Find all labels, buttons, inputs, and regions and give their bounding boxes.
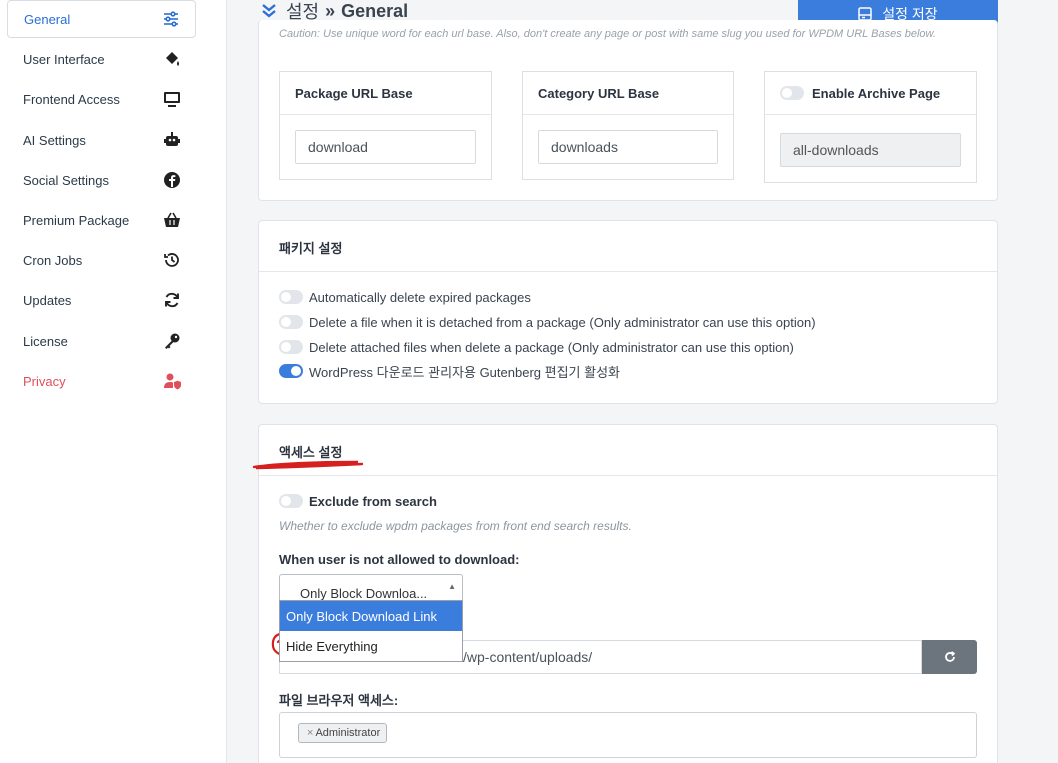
chevron-down-icon: [262, 4, 276, 18]
breadcrumb-separator: »: [325, 0, 336, 21]
sidebar-item-frontend-access[interactable]: Frontend Access: [7, 80, 196, 118]
sidebar-item-license[interactable]: License: [7, 322, 196, 360]
paint-bucket-icon: [162, 49, 182, 69]
key-icon: [162, 331, 182, 351]
exclude-search-label: Exclude from search: [309, 493, 437, 509]
archive-page-toggle[interactable]: [780, 86, 804, 100]
sidebar-item-label: User Interface: [23, 51, 105, 67]
access-settings-title: 액세스 설정: [279, 445, 343, 460]
option-auto-delete-expired: Automatically delete expired packages: [279, 287, 531, 307]
option-label: Delete a file when it is detached from a…: [309, 314, 816, 330]
option-label: Delete attached files when delete a pack…: [309, 339, 794, 355]
refresh-path-button[interactable]: [922, 640, 977, 674]
sidebar-item-label: Frontend Access: [23, 91, 120, 107]
toggle-switch[interactable]: [279, 340, 303, 354]
divider: [259, 475, 997, 476]
refresh-icon: [944, 651, 955, 662]
sync-icon: [162, 290, 182, 310]
dropdown-option-hide-everything[interactable]: Hide Everything: [280, 631, 462, 661]
sidebar-item-label: Updates: [23, 292, 72, 308]
caret-up-icon: ▲: [448, 582, 456, 591]
option-gutenberg-editor: WordPress 다운로드 관리자용 Gutenberg 편집기 활성화: [279, 361, 620, 381]
sidebar-item-updates[interactable]: Updates: [7, 281, 196, 319]
sidebar-item-social-settings[interactable]: Social Settings: [7, 161, 196, 199]
sidebar-item-label: License: [23, 333, 68, 349]
package-settings-title: 패키지 설정: [279, 241, 343, 256]
package-url-base-input[interactable]: download: [295, 130, 476, 164]
toggle-switch[interactable]: [279, 364, 303, 378]
not-allowed-label: When user is not allowed to download:: [279, 552, 520, 567]
save-icon: [858, 6, 873, 21]
file-browser-access-label: 파일 브라우저 액세스:: [279, 693, 399, 708]
toggle-switch[interactable]: [279, 315, 303, 329]
sidebar-item-label: Social Settings: [23, 172, 109, 188]
monitor-icon: [162, 89, 182, 109]
tag-remove-icon[interactable]: ×: [307, 727, 313, 739]
sidebar-item-cron-jobs[interactable]: Cron Jobs: [7, 241, 196, 279]
tag-label: Administrator: [315, 727, 381, 739]
divider: [259, 271, 997, 272]
option-label: Automatically delete expired packages: [309, 289, 531, 305]
facebook-icon: [162, 170, 182, 190]
history-icon: [162, 250, 182, 270]
caution-text: Caution: Use unique word for each url ba…: [279, 28, 936, 40]
sidebar-item-label: Cron Jobs: [23, 252, 83, 268]
select-value: Only Block Downloa...: [300, 586, 428, 601]
exclude-search-help: Whether to exclude wpdm packages from fr…: [279, 519, 632, 533]
page-title: General: [341, 0, 409, 21]
robot-icon: [162, 130, 182, 150]
sidebar-item-general[interactable]: General: [7, 0, 196, 38]
option-label: WordPress 다운로드 관리자용 Gutenberg 편집기 활성화: [309, 364, 620, 380]
category-url-base-input[interactable]: downloads: [538, 130, 718, 164]
option-delete-detached-file: Delete a file when it is detached from a…: [279, 312, 816, 332]
package-url-base-label: Package URL Base: [295, 85, 413, 101]
sidebar-item-user-interface[interactable]: User Interface: [7, 40, 196, 78]
sidebar-item-label: AI Settings: [23, 132, 86, 148]
role-tag: × Administrator: [298, 723, 388, 743]
sidebar-item-ai-settings[interactable]: AI Settings: [7, 121, 196, 159]
option-delete-attached-files: Delete attached files when delete a pack…: [279, 337, 794, 357]
option-exclude-search: Exclude from search: [279, 491, 437, 511]
archive-page-input[interactable]: all-downloads: [780, 133, 961, 167]
sidebar-item-label: General: [24, 11, 71, 27]
basket-icon: [162, 210, 182, 230]
sidebar-item-premium-package[interactable]: Premium Package: [7, 201, 196, 239]
file-browser-roles-input[interactable]: × Administrator: [279, 712, 977, 758]
not-allowed-dropdown: Only Block Download Link Hide Everything: [279, 600, 463, 662]
archive-page-label: Enable Archive Page: [812, 85, 941, 101]
sliders-icon: [161, 9, 181, 29]
settings-sidebar: General User Interface Frontend Access A…: [0, 0, 227, 763]
toggle-switch[interactable]: [279, 290, 303, 304]
sidebar-item-label: Premium Package: [23, 212, 130, 228]
category-url-base-label: Category URL Base: [538, 85, 660, 101]
user-shield-icon: [162, 371, 182, 391]
toggle-switch[interactable]: [279, 494, 303, 508]
dropdown-option-block-link[interactable]: Only Block Download Link: [280, 601, 462, 631]
sidebar-item-privacy[interactable]: Privacy: [7, 362, 196, 400]
sidebar-item-label: Privacy: [23, 373, 66, 389]
